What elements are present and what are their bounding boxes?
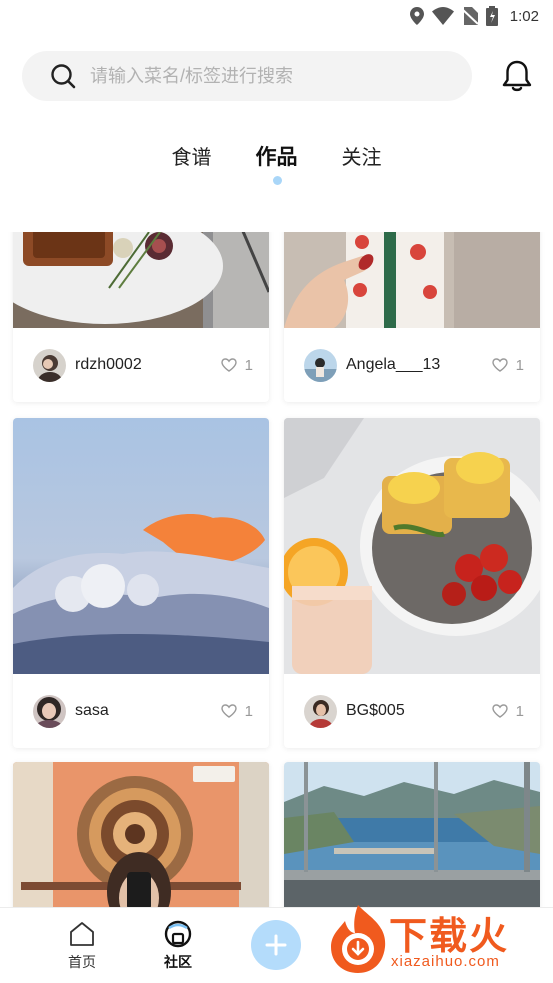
author-avatar[interactable]	[33, 694, 66, 728]
search-icon	[51, 64, 76, 89]
author-name[interactable]: Angela___13	[346, 356, 492, 374]
author-avatar[interactable]	[304, 348, 337, 382]
watermark-domain: xiazaihuo.com	[391, 953, 500, 970]
home-icon	[70, 922, 94, 946]
watermark-logo: 下载火 xiazaihuo.com	[325, 901, 547, 979]
active-tab-indicator	[272, 176, 282, 185]
watermark-brand: 下载火	[389, 916, 510, 958]
location-icon	[409, 7, 424, 25]
tab-bar: 食谱 作品 关注	[0, 140, 553, 190]
community-icon	[164, 920, 192, 948]
like-button[interactable]: 1	[491, 356, 524, 374]
author-name[interactable]: sasa	[75, 702, 221, 720]
card-footer: rdzh0002 1	[13, 328, 269, 402]
work-image	[13, 418, 269, 674]
work-card[interactable]: Angela___13 1	[284, 232, 540, 402]
tab-following[interactable]: 关注	[342, 140, 382, 176]
search-input[interactable]	[90, 65, 450, 87]
author-avatar[interactable]	[304, 694, 337, 728]
work-card[interactable]: BG$005 1	[284, 418, 540, 748]
bottom-nav: 首页 社区 下载火 xiazaihuo.com	[0, 905, 553, 983]
work-image	[284, 232, 540, 328]
work-card[interactable]	[284, 762, 540, 910]
like-button[interactable]: 1	[491, 702, 524, 720]
heart-icon	[491, 704, 508, 718]
work-image	[13, 762, 269, 910]
heart-icon	[220, 704, 237, 718]
add-post-button[interactable]	[251, 920, 301, 970]
heart-icon	[220, 358, 237, 372]
like-button[interactable]: 1	[220, 702, 253, 720]
wifi-icon	[431, 7, 454, 25]
author-avatar[interactable]	[33, 348, 66, 382]
search-box[interactable]	[22, 51, 472, 101]
author-name[interactable]: rdzh0002	[75, 356, 221, 374]
status-time: 1:02	[509, 7, 539, 25]
notification-button[interactable]	[499, 58, 535, 94]
app-screen: 1:02 食谱 作品 关注	[0, 0, 553, 983]
no-sim-icon	[461, 7, 478, 25]
nav-home-label: 首页	[68, 954, 96, 970]
work-image	[284, 762, 540, 910]
work-image	[13, 232, 269, 328]
work-card[interactable]: rdzh0002 1	[13, 232, 269, 402]
author-name[interactable]: BG$005	[346, 702, 492, 720]
tab-recipes[interactable]: 食谱	[172, 140, 212, 176]
card-footer: BG$005 1	[284, 674, 540, 748]
status-bar: 1:02	[0, 0, 553, 32]
like-count: 1	[515, 356, 524, 374]
search-row	[22, 50, 535, 102]
work-card[interactable]	[13, 762, 269, 910]
flame-logo-icon	[331, 905, 386, 973]
battery-icon	[485, 6, 498, 26]
card-footer: Angela___13 1	[284, 328, 540, 402]
like-button[interactable]: 1	[220, 356, 253, 374]
nav-community-label: 社区	[164, 954, 192, 970]
bell-icon	[502, 60, 532, 92]
nav-home[interactable]: 首页	[52, 920, 112, 972]
heart-icon	[491, 358, 508, 372]
card-footer: sasa 1	[13, 674, 269, 748]
nav-community[interactable]: 社区	[148, 920, 208, 972]
like-count: 1	[244, 702, 253, 720]
work-card[interactable]: sasa 1	[13, 418, 269, 748]
tab-works-label: 作品	[255, 146, 298, 169]
like-count: 1	[244, 356, 253, 374]
like-count: 1	[515, 702, 524, 720]
plus-icon	[265, 934, 287, 956]
work-image	[284, 418, 540, 674]
tab-works[interactable]: 作品	[255, 140, 298, 185]
works-feed[interactable]: rdzh0002 1 Angela___13 1 sasa 1 BG$005 1	[0, 232, 553, 910]
